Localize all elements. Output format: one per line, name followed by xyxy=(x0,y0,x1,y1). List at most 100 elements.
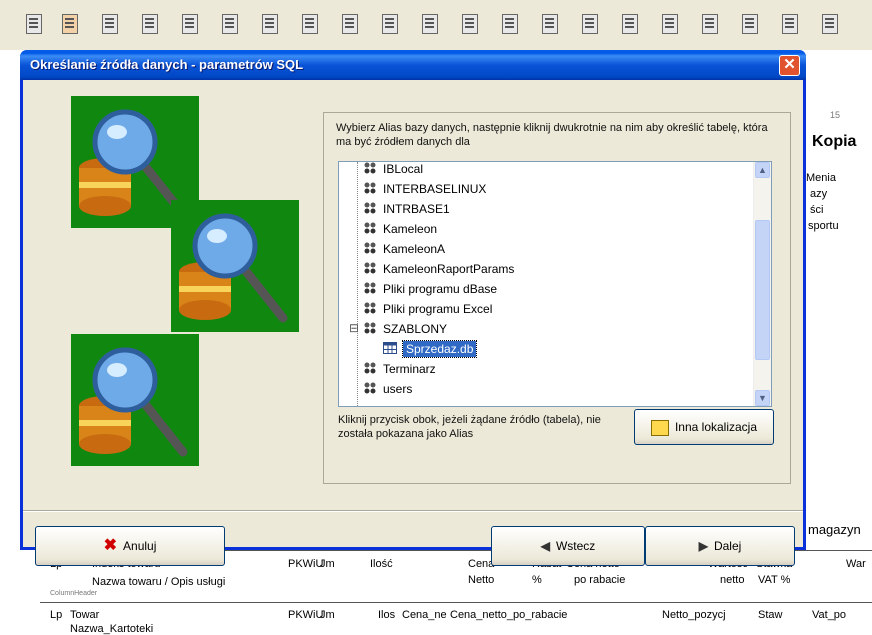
tree-item-alias[interactable]: KameleonRaportParams xyxy=(363,258,514,278)
toolbar-band-icon[interactable] xyxy=(778,12,804,38)
tree-item-alias[interactable]: Terminarz xyxy=(363,358,436,378)
tree-item-alias[interactable]: Pliki programu dBase xyxy=(363,278,497,298)
column-header: War xyxy=(846,558,866,570)
alias-icon xyxy=(363,361,377,375)
scroll-down-button[interactable]: ▼ xyxy=(755,390,770,406)
alias-icon xyxy=(363,221,377,235)
chevron-up-icon: ▲ xyxy=(758,165,767,175)
back-arrow-icon: ◀ xyxy=(540,539,550,553)
toolbar-band-icon[interactable] xyxy=(698,12,724,38)
toolbar-color-icon[interactable] xyxy=(58,12,84,38)
tree-item-alias[interactable]: Pliki programu Excel xyxy=(363,298,492,318)
toolbar-band-icon[interactable] xyxy=(738,12,764,38)
alias-icon xyxy=(363,261,377,275)
alias-icon xyxy=(363,281,377,295)
tree-item-label: INTERBASELINUX xyxy=(383,181,487,196)
side-label: azy xyxy=(810,188,828,200)
dialog-content: Wybierz Alias bazy danych, następnie kli… xyxy=(23,80,803,566)
tree-item-label: Pliki programu dBase xyxy=(383,281,498,296)
magazyn-label: magazyn xyxy=(808,522,861,537)
tree-item-alias[interactable]: INTERBASELINUX xyxy=(363,178,486,198)
tree-item-label: IBLocal xyxy=(383,161,424,176)
table-icon xyxy=(383,341,397,355)
toolbar-band-icon[interactable] xyxy=(458,12,484,38)
toolbar-band-icon[interactable] xyxy=(618,12,644,38)
alias-icon xyxy=(363,301,377,315)
close-icon: ✕ xyxy=(783,56,796,73)
scroll-up-button[interactable]: ▲ xyxy=(755,162,770,178)
back-button[interactable]: ◀ Wstecz xyxy=(491,526,645,566)
band-border xyxy=(40,602,872,603)
tree-item-label: users xyxy=(383,381,413,396)
toolbar-band-icon[interactable] xyxy=(338,12,364,38)
footer-divider xyxy=(23,510,803,512)
collapse-icon[interactable]: ⊟ xyxy=(349,318,359,338)
chevron-down-icon: ▼ xyxy=(758,393,767,403)
other-location-button[interactable]: Inna lokalizacja xyxy=(634,409,774,445)
tree-item-alias[interactable]: KameleonA xyxy=(363,238,445,258)
toolbar-band-icon[interactable] xyxy=(498,12,524,38)
database-search-image xyxy=(171,200,299,332)
scroll-thumb[interactable] xyxy=(755,220,770,360)
tree-item-label: KameleonA xyxy=(383,241,446,256)
data-field: Cena_ne xyxy=(402,609,447,621)
hint-text: Kliknij przycisk obok, jeżeli żądane źró… xyxy=(338,414,601,440)
alias-icon xyxy=(363,162,377,175)
alias-icon xyxy=(363,201,377,215)
toolbar-band-icon[interactable] xyxy=(258,12,284,38)
page-number: 15 xyxy=(830,110,841,120)
tree-item-alias[interactable]: Kameleon xyxy=(363,218,437,238)
alias-icon xyxy=(363,321,377,335)
tree-item-alias[interactable]: ⊟ SZABLONY xyxy=(349,318,448,338)
toolbar-band-icon[interactable] xyxy=(138,12,164,38)
database-illustration xyxy=(29,96,301,466)
data-field: Ilos xyxy=(378,609,396,621)
red-x-icon: ✖ xyxy=(103,537,118,554)
dialog-title: Określanie źródła danych - parametrów SQ… xyxy=(30,57,304,72)
toolbar-band-icon[interactable] xyxy=(578,12,604,38)
toolbar-band-icon[interactable] xyxy=(378,12,404,38)
alias-icon xyxy=(363,241,377,255)
toolbar-field-icon[interactable] xyxy=(22,12,48,38)
close-button[interactable]: ✕ xyxy=(779,55,800,76)
alias-tree-view[interactable]: IBLocal INTERBASELINUX INTRBASE1 Kameleon Ka… xyxy=(338,161,772,407)
cancel-label: Anuluj xyxy=(123,539,157,553)
tree-item-alias[interactable]: INTRBASE1 xyxy=(363,198,450,218)
column-header: Netto xyxy=(468,574,495,586)
tree-scrollbar[interactable]: ▲ ▼ xyxy=(753,162,771,406)
column-header: Jm xyxy=(320,558,335,570)
data-field: Jm xyxy=(320,609,335,621)
tree-item-table[interactable]: Sprzedaz.db xyxy=(383,338,478,358)
toolbar-band-icon[interactable] xyxy=(178,12,204,38)
tree-item-label: Kameleon xyxy=(383,221,438,236)
data-field: Nazwa_Kartoteki xyxy=(70,623,154,635)
tree-item-label: SZABLONY xyxy=(383,321,448,336)
dialog-title-bar[interactable]: Określanie źródła danych - parametrów SQ… xyxy=(20,50,806,80)
other-location-label: Inna lokalizacja xyxy=(674,420,758,434)
database-search-image xyxy=(71,334,199,466)
tree-item-alias[interactable]: IBLocal xyxy=(363,161,424,178)
toolbar-band-icon[interactable] xyxy=(298,12,324,38)
next-arrow-icon: ▶ xyxy=(698,539,708,553)
toolbar-search-icon[interactable] xyxy=(98,12,124,38)
designer-toolbar xyxy=(0,0,872,51)
toolbar-band-icon[interactable] xyxy=(818,12,844,38)
toolbar-band-icon[interactable] xyxy=(538,12,564,38)
side-label: Menia xyxy=(806,172,836,184)
column-header: VAT % xyxy=(758,574,791,586)
next-button[interactable]: ▶ Dalej xyxy=(645,526,795,566)
toolbar-band-icon[interactable] xyxy=(218,12,244,38)
toolbar-band-icon[interactable] xyxy=(658,12,684,38)
toolbar-band-icon[interactable] xyxy=(418,12,444,38)
cancel-button[interactable]: ✖ Anuluj xyxy=(35,526,225,566)
side-label: ści xyxy=(810,204,824,216)
tree-item-alias[interactable]: users xyxy=(363,378,412,398)
column-header: Ilość xyxy=(370,558,393,570)
band-label: ColumnHeader xyxy=(50,590,98,597)
alias-icon xyxy=(363,181,377,195)
alias-icon xyxy=(363,381,377,395)
side-label: sportu xyxy=(808,220,839,232)
tree-item-label: INTRBASE1 xyxy=(383,201,450,216)
folder-icon xyxy=(650,419,669,436)
data-field: Towar xyxy=(70,609,100,621)
